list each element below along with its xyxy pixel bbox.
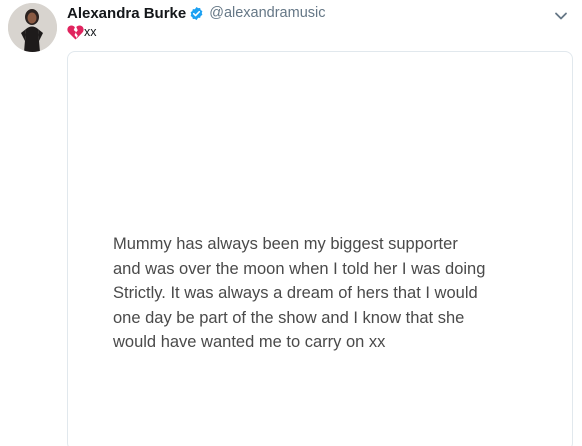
display-name[interactable]: Alexandra Burke [67, 5, 186, 22]
tweet: Alexandra Burke @alexandramusic xx Mummy… [0, 0, 582, 446]
verified-badge-icon [189, 6, 204, 21]
media-image-card[interactable]: Mummy has always been my biggest support… [67, 51, 573, 446]
tweet-text: xx [67, 24, 97, 40]
avatar[interactable] [8, 3, 57, 52]
broken-heart-icon [67, 24, 84, 40]
tweet-header: Alexandra Burke @alexandramusic [67, 3, 326, 23]
handle[interactable]: @alexandramusic [209, 5, 325, 21]
notes-screenshot-text: Mummy has always been my biggest support… [113, 235, 486, 351]
chevron-down-icon[interactable] [554, 8, 568, 20]
tweet-body-text: xx [84, 25, 97, 39]
